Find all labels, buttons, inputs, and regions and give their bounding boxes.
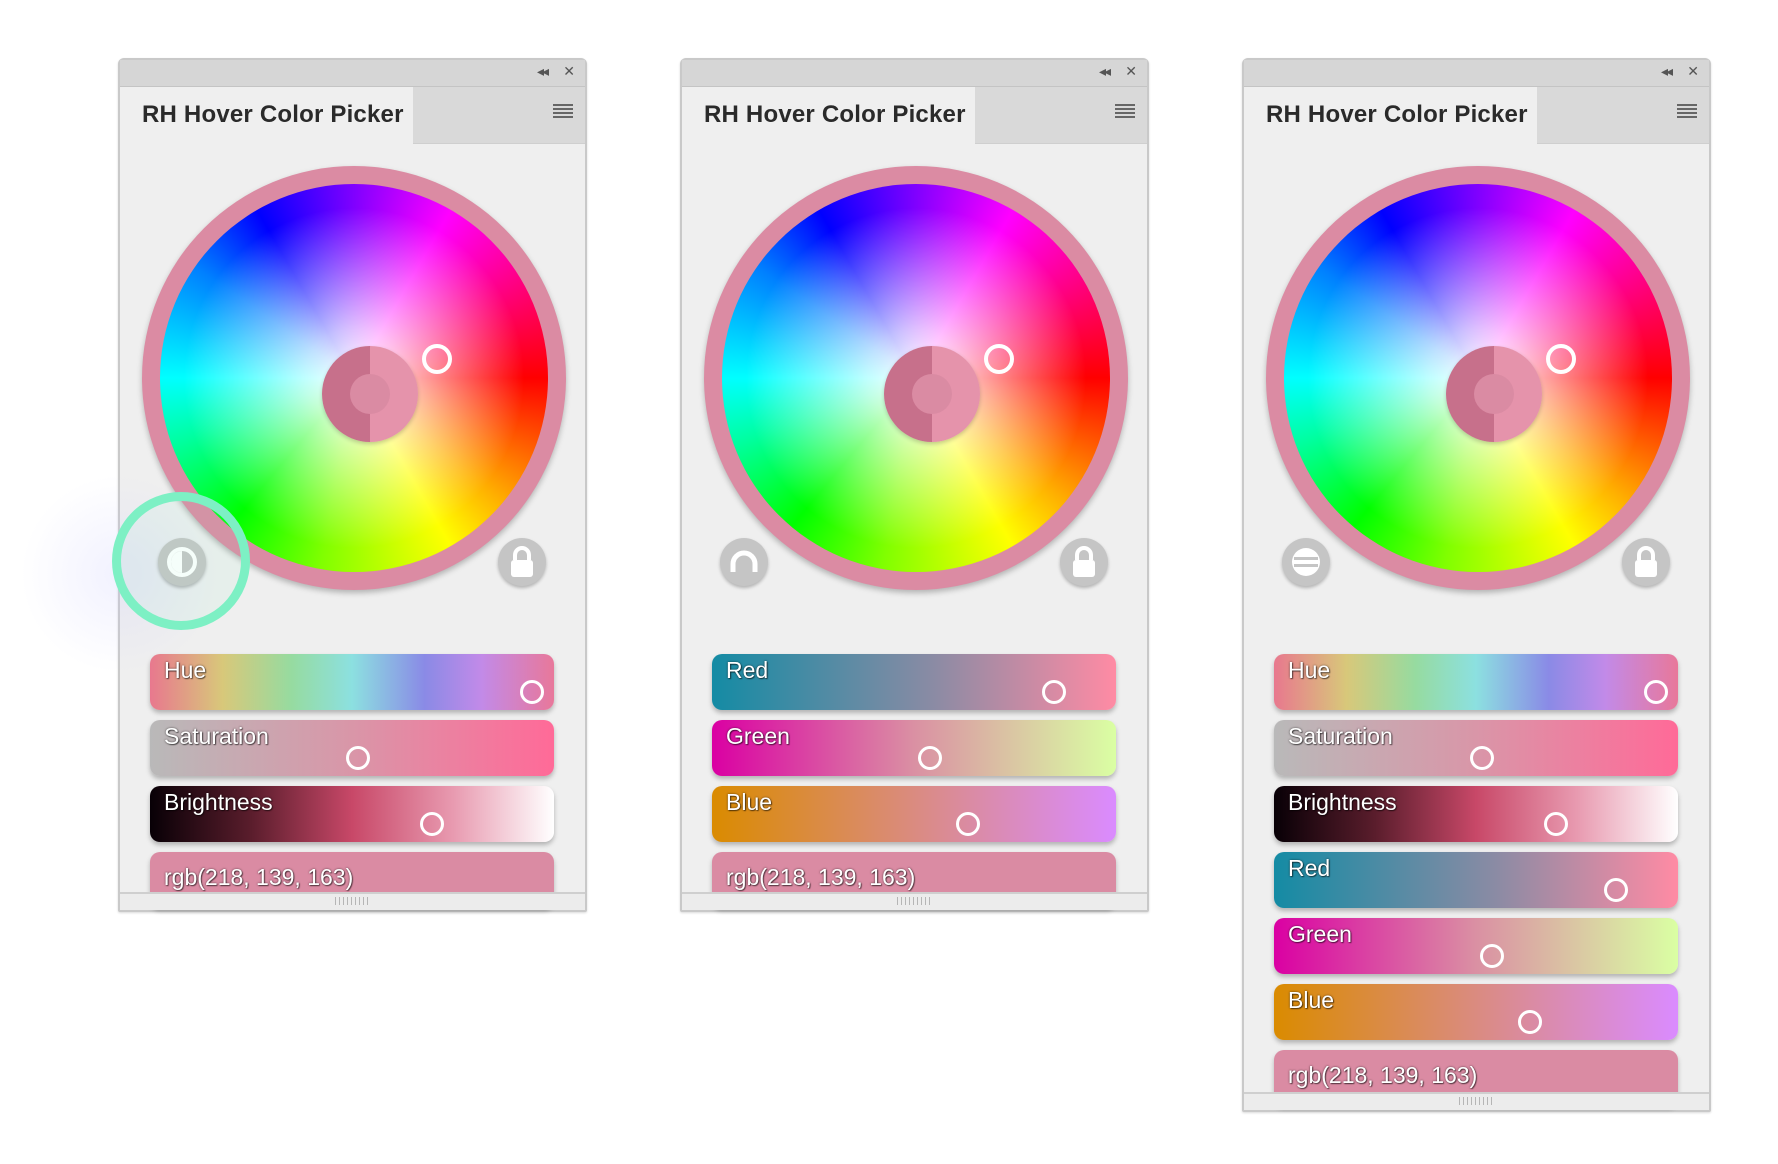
slider-knob[interactable] xyxy=(1042,680,1066,704)
current-color-dot xyxy=(1474,374,1514,414)
slider-label: Saturation xyxy=(1288,723,1393,749)
current-color-dot xyxy=(350,374,390,414)
slider-knob[interactable] xyxy=(1544,812,1568,836)
tab-rh-hover-color-picker[interactable]: RH Hover Color Picker xyxy=(1244,87,1537,144)
slider-label: Brightness xyxy=(1288,789,1397,815)
slider-label: Green xyxy=(1288,921,1352,947)
slider-stack: Hue Saturation Brightness rgb(218, 139, … xyxy=(150,654,554,908)
slider-label: Saturation xyxy=(164,723,269,749)
brightness-slider[interactable]: Brightness xyxy=(1274,786,1678,842)
current-color-dot xyxy=(912,374,952,414)
hover-highlight-ring xyxy=(112,492,250,630)
panel-titlebar: ◂◂ ✕ xyxy=(1244,60,1709,87)
slider-label: Hue xyxy=(1288,657,1331,683)
panel-footer xyxy=(1244,1092,1709,1110)
equals-icon[interactable] xyxy=(1282,538,1330,586)
hamburger-menu-icon[interactable] xyxy=(1115,104,1135,118)
hamburger-menu-icon[interactable] xyxy=(553,104,573,118)
slider-knob[interactable] xyxy=(420,812,444,836)
resize-grip-icon[interactable] xyxy=(896,897,933,905)
blue-slider[interactable]: Blue xyxy=(1274,984,1678,1040)
brightness-slider[interactable]: Brightness xyxy=(150,786,554,842)
slider-label: Hue xyxy=(164,657,207,683)
red-slider[interactable]: Red xyxy=(1274,852,1678,908)
wheel-handle[interactable] xyxy=(1546,344,1576,374)
resize-grip-icon[interactable] xyxy=(1458,1097,1495,1105)
tab-rh-hover-color-picker[interactable]: RH Hover Color Picker xyxy=(682,87,975,144)
tab-rh-hover-color-picker[interactable]: RH Hover Color Picker xyxy=(120,87,413,144)
color-wheel-ring xyxy=(704,166,1128,590)
double-chevron-left-icon[interactable]: ◂◂ xyxy=(1099,64,1111,80)
color-picker-panel-all: ◂◂ ✕ RH Hover Color Picker Hue Saturatio… xyxy=(1242,58,1711,1112)
slider-stack: Hue Saturation Brightness Red Green Blue xyxy=(1274,654,1678,1106)
slider-knob[interactable] xyxy=(1470,746,1494,770)
wheel-handle[interactable] xyxy=(984,344,1014,374)
tab-row: RH Hover Color Picker xyxy=(120,87,585,144)
lock-icon[interactable] xyxy=(1622,538,1670,586)
color-picker-panel-rgb: ◂◂ ✕ RH Hover Color Picker Red Green Blu… xyxy=(680,58,1149,912)
saturation-slider[interactable]: Saturation xyxy=(150,720,554,776)
slider-label: Blue xyxy=(1288,987,1335,1013)
slider-knob[interactable] xyxy=(1518,1010,1542,1034)
color-swatch[interactable] xyxy=(322,346,418,442)
color-swatch[interactable] xyxy=(1446,346,1542,442)
slider-knob[interactable] xyxy=(1644,680,1668,704)
panel-footer xyxy=(682,892,1147,910)
hue-slider[interactable]: Hue xyxy=(150,654,554,710)
rgb-value-text: rgb(218, 139, 163) xyxy=(164,864,354,890)
resize-grip-icon[interactable] xyxy=(334,897,371,905)
panel-footer xyxy=(120,892,585,910)
slider-knob[interactable] xyxy=(956,812,980,836)
slider-stack: Red Green Blue rgb(218, 139, 163) xyxy=(712,654,1116,908)
green-slider[interactable]: Green xyxy=(1274,918,1678,974)
close-icon[interactable]: ✕ xyxy=(1687,64,1699,80)
green-slider[interactable]: Green xyxy=(712,720,1116,776)
slider-knob[interactable] xyxy=(1480,944,1504,968)
blue-slider[interactable]: Blue xyxy=(712,786,1116,842)
slider-label: Brightness xyxy=(164,789,273,815)
color-wheel-ring xyxy=(1266,166,1690,590)
tab-row: RH Hover Color Picker xyxy=(1244,87,1709,144)
slider-knob[interactable] xyxy=(520,680,544,704)
color-wheel[interactable] xyxy=(1284,184,1672,572)
rgb-value-text: rgb(218, 139, 163) xyxy=(1288,1062,1478,1088)
double-chevron-left-icon[interactable]: ◂◂ xyxy=(537,64,549,80)
arc-icon[interactable] xyxy=(720,538,768,586)
color-swatch[interactable] xyxy=(884,346,980,442)
double-chevron-left-icon[interactable]: ◂◂ xyxy=(1661,64,1673,80)
panel-titlebar: ◂◂ ✕ xyxy=(120,60,585,87)
slider-knob[interactable] xyxy=(346,746,370,770)
slider-knob[interactable] xyxy=(918,746,942,770)
hamburger-menu-icon[interactable] xyxy=(1677,104,1697,118)
tab-row: RH Hover Color Picker xyxy=(682,87,1147,144)
slider-label: Blue xyxy=(726,789,773,815)
panel-titlebar: ◂◂ ✕ xyxy=(682,60,1147,87)
wheel-handle[interactable] xyxy=(422,344,452,374)
red-slider[interactable]: Red xyxy=(712,654,1116,710)
saturation-slider[interactable]: Saturation xyxy=(1274,720,1678,776)
hue-slider[interactable]: Hue xyxy=(1274,654,1678,710)
slider-knob[interactable] xyxy=(1604,878,1628,902)
color-wheel[interactable] xyxy=(722,184,1110,572)
lock-icon[interactable] xyxy=(498,538,546,586)
rgb-value-text: rgb(218, 139, 163) xyxy=(726,864,916,890)
close-icon[interactable]: ✕ xyxy=(1125,64,1137,80)
slider-label: Green xyxy=(726,723,790,749)
close-icon[interactable]: ✕ xyxy=(563,64,575,80)
color-picker-panel-hsb: ◂◂ ✕ RH Hover Color Picker Hue Saturatio… xyxy=(20,58,587,912)
slider-label: Red xyxy=(1288,855,1331,881)
slider-label: Red xyxy=(726,657,769,683)
lock-icon[interactable] xyxy=(1060,538,1108,586)
